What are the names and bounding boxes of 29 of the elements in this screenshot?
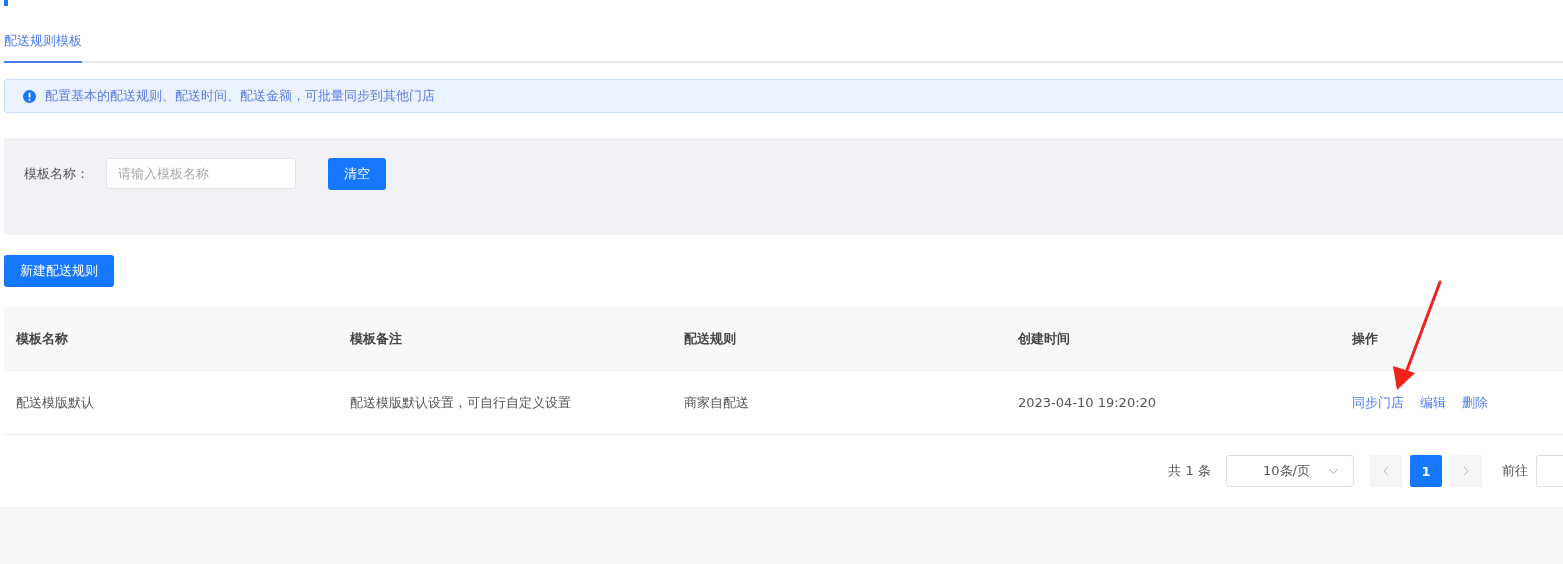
table-cell-text: 配送模版默认 [16, 393, 95, 412]
column-header: 创建时间 [1018, 329, 1071, 348]
column-header: 配送规则 [684, 329, 737, 348]
page-size-select[interactable]: 10条/页 [1226, 455, 1354, 487]
search-field[interactable]: 请输入模板名称 [106, 158, 296, 189]
clear-button[interactable]: 清空 [328, 158, 386, 190]
goto-label: 前往 [1502, 462, 1528, 480]
column-header: 模板名称 [16, 329, 69, 348]
next-page-button[interactable] [1450, 455, 1482, 487]
column-header: 操作 [1352, 329, 1379, 348]
action-link[interactable]: 编辑 [1420, 393, 1446, 412]
field-label: 模板名称： [24, 165, 90, 183]
column-header: 模板备注 [350, 329, 403, 348]
table-cell-text: 配送模版默认设置，可自行自定义设置 [350, 393, 572, 412]
table-cell-text: 商家自配送 [684, 393, 750, 412]
page-number[interactable]: 1 [1410, 455, 1442, 487]
chevron-right-icon [1463, 466, 1469, 476]
info-icon [23, 89, 36, 103]
info-text: 配置基本的配送规则、配送时间、配送金额，可批量同步到其他门店 [45, 87, 435, 105]
tab[interactable]: 配送规则模板 [4, 32, 82, 63]
action-link[interactable]: 删除 [1462, 393, 1488, 412]
action-link[interactable]: 同步门店 [1352, 393, 1404, 412]
create-rule-button[interactable]: 新建配送规则 [4, 255, 114, 287]
previous-page-button[interactable] [1370, 455, 1402, 487]
chevron-down-icon [1328, 467, 1339, 475]
chevron-left-icon [1383, 466, 1389, 476]
table-cell-text: 2023-04-10 19:20:20 [1018, 395, 1158, 410]
title-accent-bar [4, 0, 8, 6]
total-count: 共 1 条 [1168, 462, 1211, 480]
